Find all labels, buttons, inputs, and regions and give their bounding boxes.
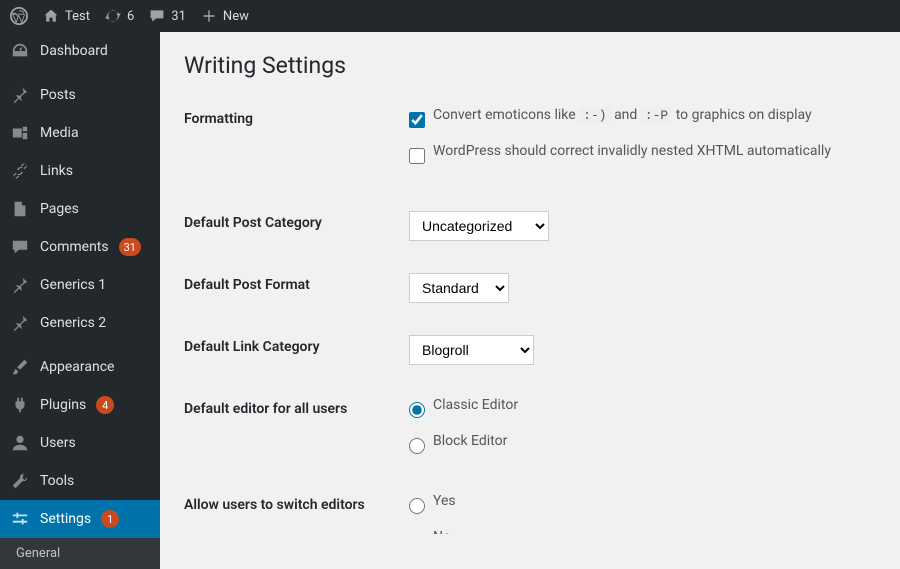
default-editor-label: Default editor for all users <box>184 397 409 417</box>
menu-dashboard[interactable]: Dashboard <box>0 32 160 70</box>
menu-settings[interactable]: Settings 1 <box>0 500 160 538</box>
menu-tools[interactable]: Tools <box>0 462 160 500</box>
menu-label: Appearance <box>40 359 114 375</box>
menu-label: Tools <box>40 473 74 489</box>
bar-comments-count: 31 <box>171 9 186 24</box>
row-default-link-category: Default Link Category Blogroll <box>184 335 876 365</box>
media-icon <box>10 123 30 143</box>
wrench-icon <box>10 471 30 491</box>
xhtml-checkbox[interactable] <box>409 148 425 164</box>
xhtml-label[interactable]: WordPress should correct invalidly neste… <box>433 143 831 159</box>
update-icon <box>104 7 122 25</box>
site-name: Test <box>65 9 90 24</box>
row-allow-switch: Allow users to switch editors Yes No <box>184 493 876 534</box>
wp-logo[interactable] <box>10 7 28 25</box>
dashboard-icon <box>10 41 30 61</box>
menu-comments[interactable]: Comments 31 <box>0 228 160 266</box>
menu-generics-1[interactable]: Generics 1 <box>0 266 160 304</box>
formatting-label: Formatting <box>184 107 409 127</box>
default-format-label: Default Post Format <box>184 273 409 293</box>
menu-label: Media <box>40 125 79 141</box>
pin-icon <box>10 85 30 105</box>
menu-links[interactable]: Links <box>0 152 160 190</box>
menu-label: Dashboard <box>40 43 108 59</box>
menu-plugins[interactable]: Plugins 4 <box>0 386 160 424</box>
new-label: New <box>223 9 249 24</box>
editor-classic-radio[interactable] <box>409 402 425 418</box>
menu-posts[interactable]: Posts <box>0 76 160 114</box>
allow-switch-label: Allow users to switch editors <box>184 493 409 513</box>
menu-label: Users <box>40 435 76 451</box>
comments-link[interactable]: 31 <box>148 7 186 25</box>
emoticons-label[interactable]: Convert emoticons like :-) and :-P to gr… <box>433 107 812 123</box>
menu-label: Plugins <box>40 397 86 413</box>
admin-bar: Test 6 31 New <box>0 0 900 32</box>
page-title: Writing Settings <box>184 52 876 79</box>
settings-submenu: General <box>0 538 160 569</box>
menu-label: Generics 1 <box>40 277 106 293</box>
menu-label: Posts <box>40 87 76 103</box>
updates-link[interactable]: 6 <box>104 7 134 25</box>
default-category-select[interactable]: Uncategorized <box>409 211 549 241</box>
plus-icon <box>200 7 218 25</box>
content-area: Writing Settings Formatting Convert emot… <box>160 32 900 534</box>
menu-label: Generics 2 <box>40 315 106 331</box>
pin-icon <box>10 275 30 295</box>
default-link-category-select[interactable]: Blogroll <box>409 335 534 365</box>
menu-label: Links <box>40 163 73 179</box>
page-icon <box>10 199 30 219</box>
new-link[interactable]: New <box>200 7 249 25</box>
plug-icon <box>10 395 30 415</box>
admin-sidebar: Dashboard Posts Media Links Pages Commen… <box>0 32 160 534</box>
default-format-select[interactable]: Standard <box>409 273 509 303</box>
switch-yes-label[interactable]: Yes <box>433 493 456 509</box>
menu-users[interactable]: Users <box>0 424 160 462</box>
switch-yes-radio[interactable] <box>409 498 425 514</box>
emoticon-code: :-) <box>579 107 610 124</box>
comment-icon <box>10 237 30 257</box>
comments-badge: 31 <box>119 238 141 256</box>
pin-icon <box>10 313 30 333</box>
menu-label: Settings <box>40 511 91 527</box>
menu-label: Comments <box>40 239 109 255</box>
menu-appearance[interactable]: Appearance <box>0 348 160 386</box>
default-category-label: Default Post Category <box>184 211 409 231</box>
plugins-badge: 4 <box>96 396 114 414</box>
comment-icon <box>148 7 166 25</box>
editor-block-label[interactable]: Block Editor <box>433 433 507 449</box>
menu-generics-2[interactable]: Generics 2 <box>0 304 160 342</box>
submenu-general[interactable]: General <box>0 538 160 569</box>
updates-count: 6 <box>127 9 134 24</box>
brush-icon <box>10 357 30 377</box>
sliders-icon <box>10 509 30 529</box>
home-icon <box>42 7 60 25</box>
menu-pages[interactable]: Pages <box>0 190 160 228</box>
site-link[interactable]: Test <box>42 7 90 25</box>
editor-block-radio[interactable] <box>409 438 425 454</box>
row-default-editor: Default editor for all users Classic Edi… <box>184 397 876 469</box>
settings-badge: 1 <box>101 510 119 528</box>
link-icon <box>10 161 30 181</box>
default-link-category-label: Default Link Category <box>184 335 409 355</box>
row-default-format: Default Post Format Standard <box>184 273 876 303</box>
wordpress-icon <box>10 7 28 25</box>
row-default-category: Default Post Category Uncategorized <box>184 211 876 241</box>
user-icon <box>10 433 30 453</box>
emoticons-checkbox[interactable] <box>409 112 425 128</box>
emoticon-code: :-P <box>641 107 672 124</box>
row-formatting: Formatting Convert emoticons like :-) an… <box>184 107 876 179</box>
switch-no-label[interactable]: No <box>433 529 451 534</box>
menu-media[interactable]: Media <box>0 114 160 152</box>
editor-classic-label[interactable]: Classic Editor <box>433 397 518 413</box>
menu-label: Pages <box>40 201 79 217</box>
